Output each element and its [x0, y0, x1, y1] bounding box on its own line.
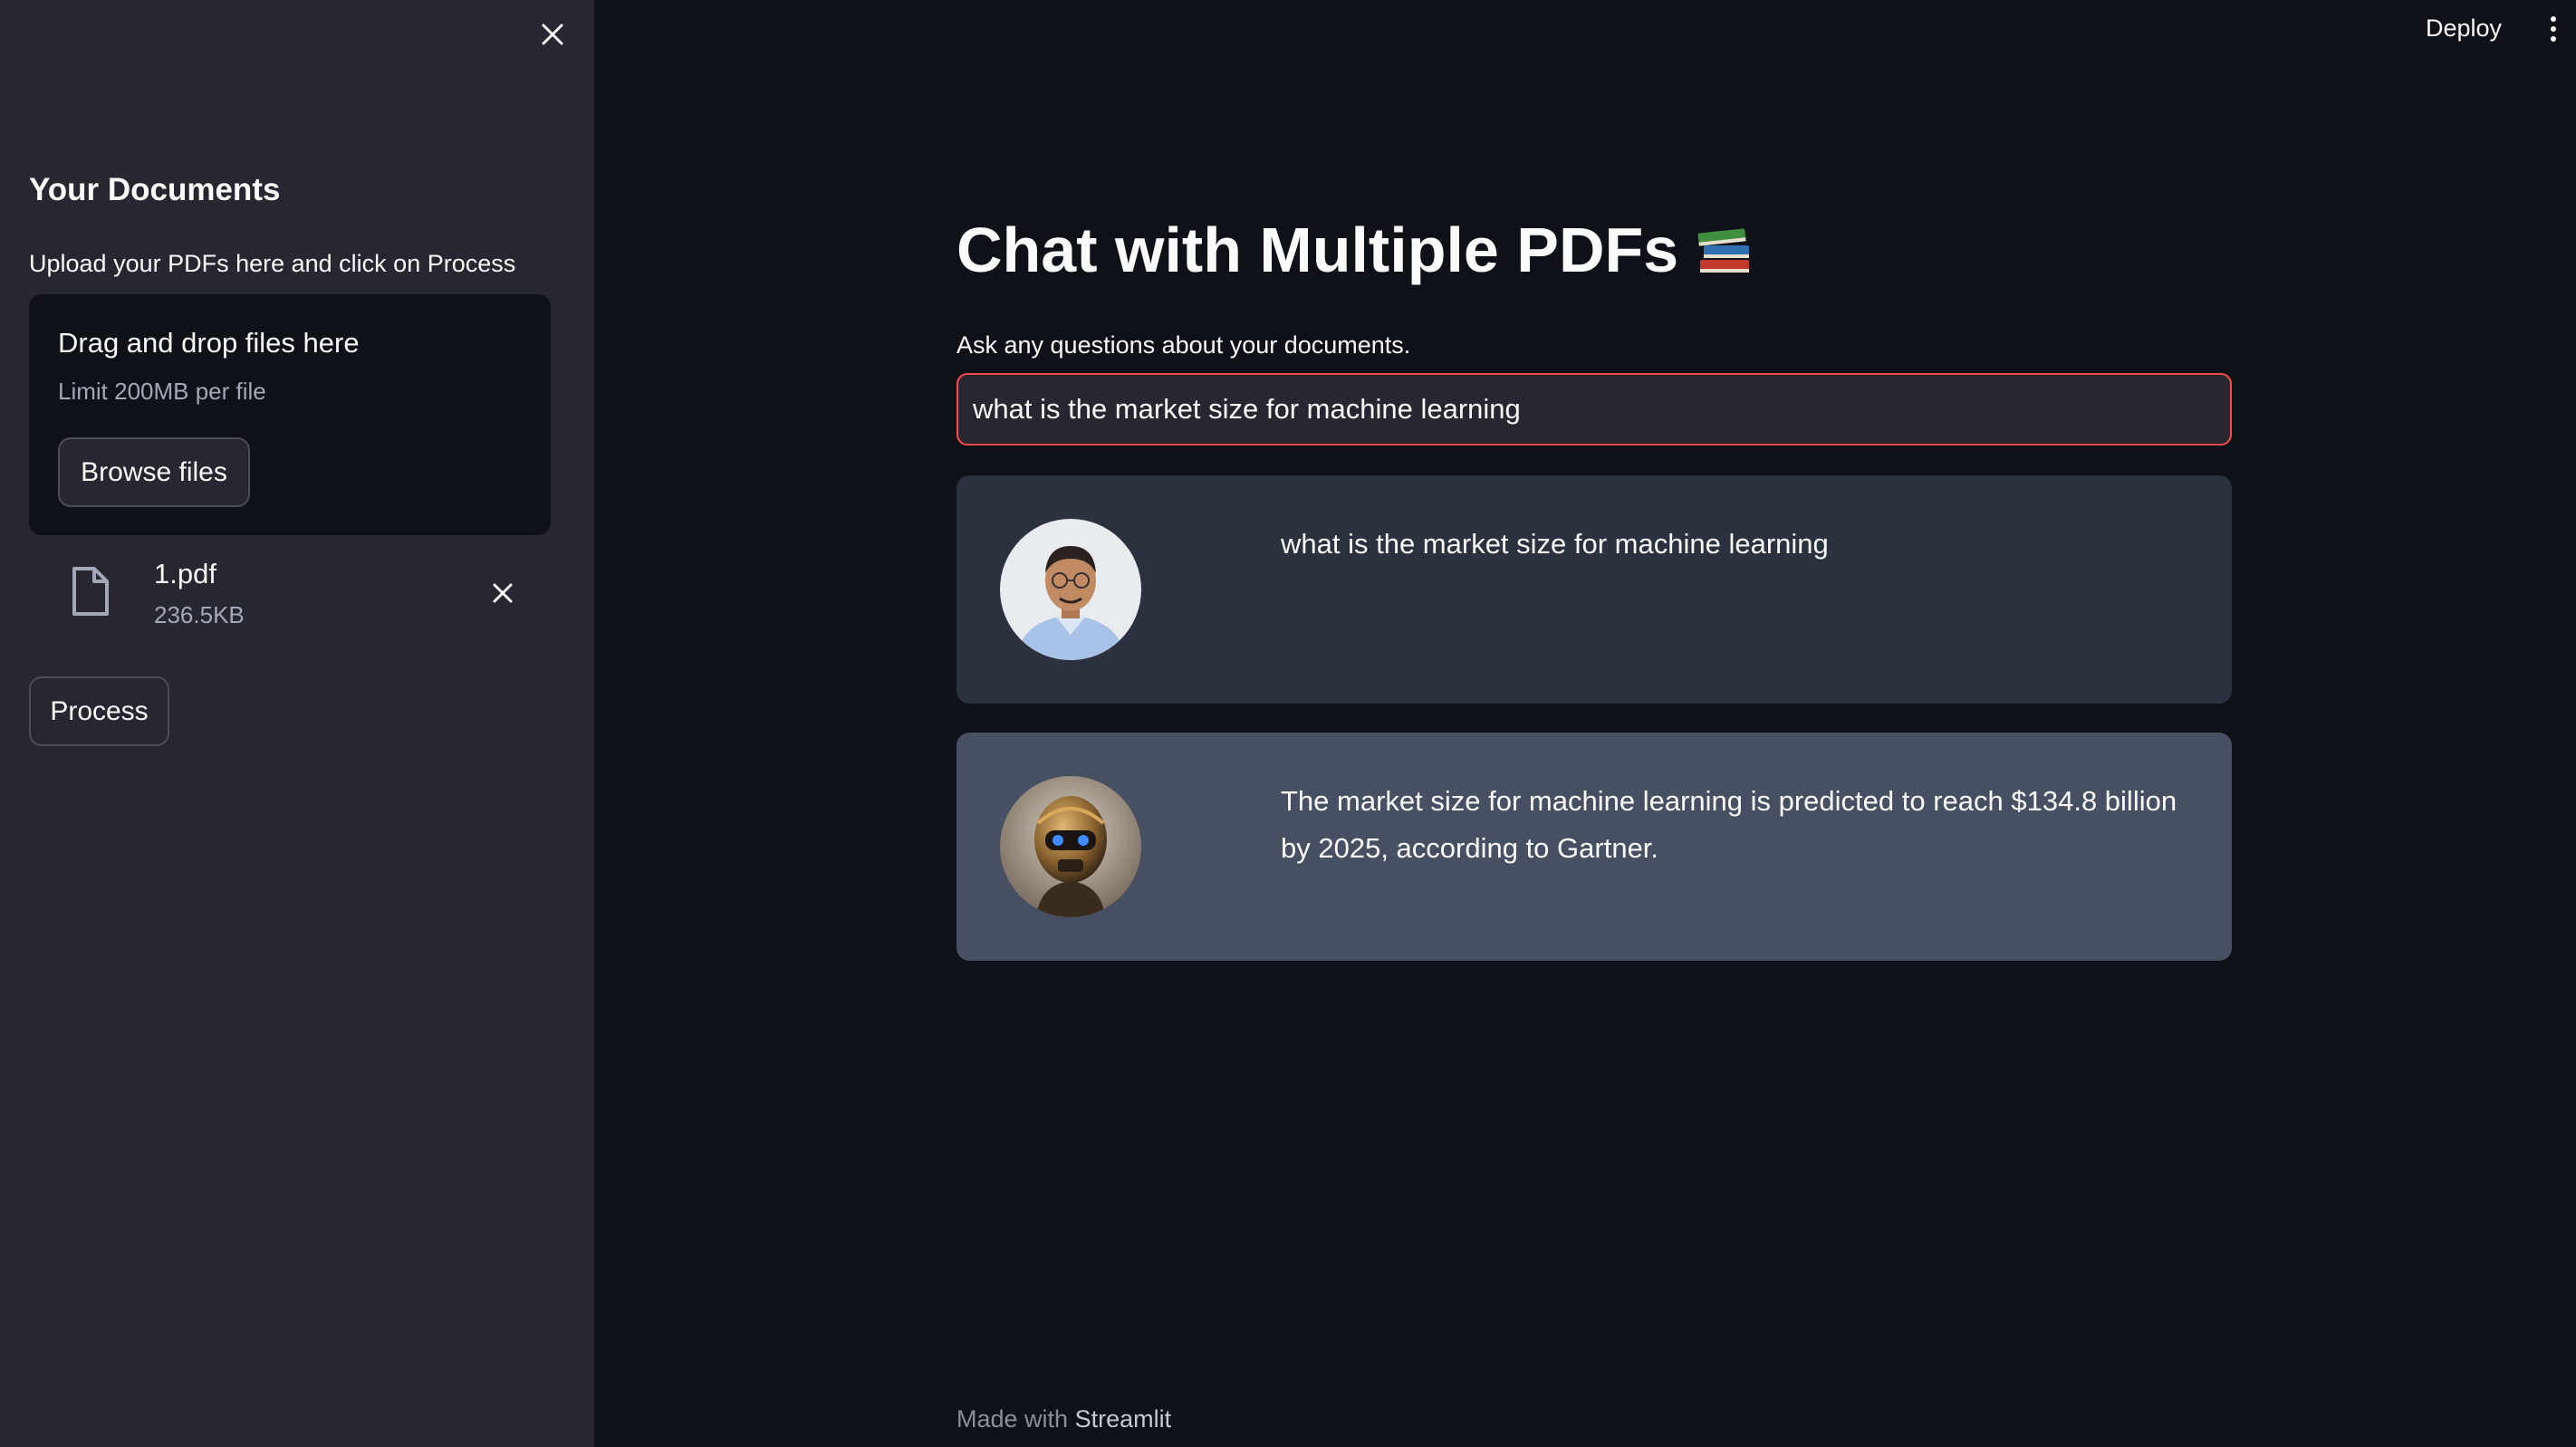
- page-title: Chat with Multiple PDFs: [956, 214, 1754, 286]
- file-dropzone[interactable]: Drag and drop files here Limit 200MB per…: [29, 294, 551, 535]
- kebab-dot: [2551, 36, 2556, 42]
- remove-file-button[interactable]: [482, 572, 524, 614]
- page-title-text: Chat with Multiple PDFs: [956, 215, 1679, 285]
- footer: Made with Streamlit: [956, 1405, 1171, 1433]
- streamlit-link[interactable]: Streamlit: [1075, 1405, 1172, 1433]
- file-name: 1.pdf: [154, 558, 216, 589]
- main-menu-button[interactable]: [2540, 11, 2567, 47]
- uploaded-file-item: 1.pdf 236.5KB: [29, 554, 551, 632]
- deploy-button[interactable]: Deploy: [2417, 11, 2511, 46]
- sidebar-title: Your Documents: [29, 172, 281, 207]
- user-avatar: [1000, 519, 1141, 660]
- file-size: 236.5KB: [154, 601, 245, 628]
- question-input[interactable]: [956, 373, 2232, 446]
- browse-files-button[interactable]: Browse files: [58, 437, 250, 507]
- bot-message-text: The market size for machine learning is …: [1281, 785, 2177, 864]
- kebab-dot: [2551, 26, 2556, 32]
- close-icon: [542, 24, 563, 45]
- bot-avatar: [1000, 776, 1141, 917]
- upload-instructions: Upload your PDFs here and click on Proce…: [29, 250, 516, 277]
- kebab-dot: [2551, 16, 2556, 22]
- chat-message-user: what is the market size for machine lear…: [956, 475, 2232, 704]
- question-label: Ask any questions about your documents.: [956, 331, 1411, 359]
- sidebar-close-button[interactable]: [534, 16, 571, 53]
- dropzone-title: Drag and drop files here: [58, 327, 360, 359]
- process-button[interactable]: Process: [29, 676, 169, 746]
- sidebar: Your Documents Upload your PDFs here and…: [0, 0, 594, 1447]
- books-icon: [1697, 228, 1750, 273]
- robot-avatar: [1000, 776, 1141, 917]
- file-icon: [72, 567, 109, 616]
- chat-message-bot: The market size for machine learning is …: [956, 733, 2232, 961]
- user-message-text: what is the market size for machine lear…: [1281, 528, 1829, 560]
- close-icon: [493, 583, 513, 603]
- footer-made-with: Made with: [956, 1405, 1069, 1433]
- user-photo-avatar: [1000, 519, 1141, 660]
- dropzone-limit: Limit 200MB per file: [58, 378, 266, 405]
